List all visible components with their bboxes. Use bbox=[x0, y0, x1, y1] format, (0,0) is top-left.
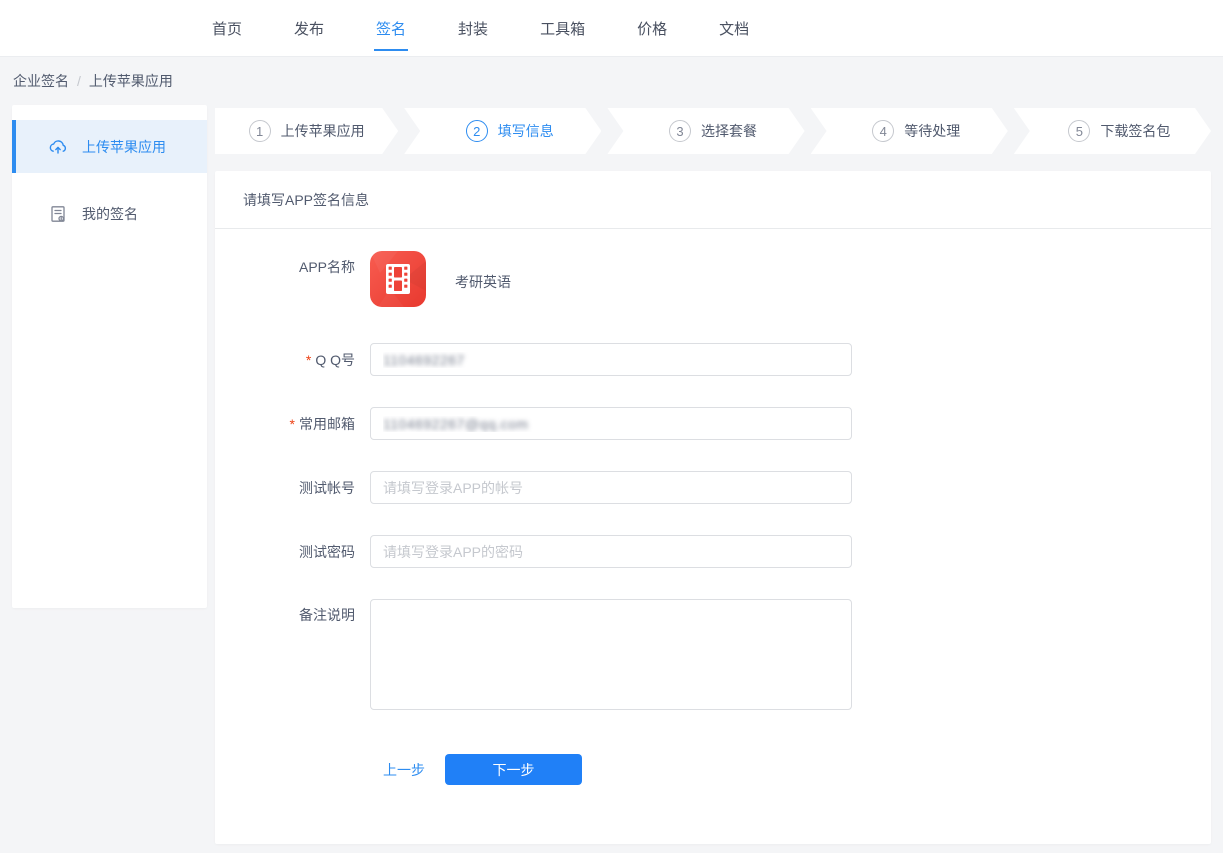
form-actions: 上一步 下一步 bbox=[383, 754, 1211, 785]
required-asterisk: * bbox=[290, 416, 295, 432]
main-column: 1 上传苹果应用 2 填写信息 3 选择套餐 4 等待处理 5 下载签名包 请填… bbox=[215, 108, 1211, 844]
step-number: 5 bbox=[1068, 120, 1090, 142]
step-label: 等待处理 bbox=[904, 121, 960, 141]
signature-doc-icon bbox=[48, 204, 68, 224]
app-name-row: APP名称 bbox=[243, 251, 1211, 307]
remark-textarea[interactable] bbox=[370, 599, 852, 710]
prev-step-button[interactable]: 上一步 bbox=[383, 760, 425, 780]
sidebar: 上传苹果应用 我的签名 bbox=[12, 105, 207, 608]
sidebar-item-label: 我的签名 bbox=[82, 204, 138, 224]
nav-item-docs[interactable]: 文档 bbox=[717, 6, 751, 51]
sidebar-item-upload-ios-app[interactable]: 上传苹果应用 bbox=[12, 120, 207, 173]
sidebar-item-my-signatures[interactable]: 我的签名 bbox=[12, 187, 207, 240]
step-1-upload-app: 1 上传苹果应用 bbox=[215, 108, 398, 154]
panel-title: 请填写APP签名信息 bbox=[215, 171, 1211, 229]
nav-item-toolbox[interactable]: 工具箱 bbox=[538, 6, 587, 51]
breadcrumb-upload-ios-app[interactable]: 上传苹果应用 bbox=[89, 71, 173, 91]
qq-row: *Q Q号 bbox=[243, 343, 1211, 376]
sidebar-item-label: 上传苹果应用 bbox=[82, 137, 166, 157]
nav-item-price[interactable]: 价格 bbox=[635, 6, 669, 51]
step-number: 1 bbox=[249, 120, 271, 142]
email-label: *常用邮箱 bbox=[243, 414, 355, 434]
form-panel: 请填写APP签名信息 APP名称 bbox=[215, 171, 1211, 844]
step-label: 选择套餐 bbox=[701, 121, 757, 141]
step-3-choose-plan: 3 选择套餐 bbox=[607, 108, 804, 154]
main-nav: 首页 发布 签名 封装 工具箱 价格 文档 bbox=[210, 6, 751, 51]
required-asterisk: * bbox=[306, 352, 311, 368]
app-name-label: APP名称 bbox=[243, 257, 355, 277]
remark-row: 备注说明 bbox=[243, 599, 1211, 710]
test-password-row: 测试密码 bbox=[243, 535, 1211, 568]
test-password-label: 测试密码 bbox=[243, 542, 355, 562]
nav-item-package[interactable]: 封装 bbox=[456, 6, 490, 51]
test-account-row: 测试帐号 bbox=[243, 471, 1211, 504]
step-number: 4 bbox=[872, 120, 894, 142]
breadcrumb-separator: / bbox=[77, 73, 81, 89]
top-navbar: 首页 发布 签名 封装 工具箱 价格 文档 bbox=[0, 0, 1223, 57]
breadcrumb-enterprise-sign[interactable]: 企业签名 bbox=[13, 71, 69, 91]
next-step-button[interactable]: 下一步 bbox=[445, 754, 582, 785]
content-area: 上传苹果应用 我的签名 1 上传苹果应用 2 bbox=[0, 105, 1223, 844]
test-account-label: 测试帐号 bbox=[243, 478, 355, 498]
test-account-input[interactable] bbox=[370, 471, 852, 504]
email-row: *常用邮箱 bbox=[243, 407, 1211, 440]
app-name-value: 考研英语 bbox=[455, 272, 511, 292]
email-input[interactable] bbox=[370, 407, 852, 440]
film-app-icon bbox=[370, 251, 426, 307]
step-5-download-package: 5 下载签名包 bbox=[1014, 108, 1211, 154]
nav-item-publish[interactable]: 发布 bbox=[292, 6, 326, 51]
qq-input[interactable] bbox=[370, 343, 852, 376]
test-password-input[interactable] bbox=[370, 535, 852, 568]
step-number: 3 bbox=[669, 120, 691, 142]
step-2-fill-info: 2 填写信息 bbox=[404, 108, 601, 154]
signature-form: APP名称 bbox=[215, 229, 1211, 785]
step-label: 下载签名包 bbox=[1100, 121, 1170, 141]
nav-item-sign[interactable]: 签名 bbox=[374, 6, 408, 51]
steps-bar: 1 上传苹果应用 2 填写信息 3 选择套餐 4 等待处理 5 下载签名包 bbox=[215, 108, 1211, 154]
qq-label: *Q Q号 bbox=[243, 350, 355, 370]
step-number: 2 bbox=[466, 120, 488, 142]
step-4-wait-processing: 4 等待处理 bbox=[811, 108, 1008, 154]
breadcrumb: 企业签名 / 上传苹果应用 bbox=[0, 57, 1223, 105]
step-label: 填写信息 bbox=[498, 121, 554, 141]
nav-item-home[interactable]: 首页 bbox=[210, 6, 244, 51]
step-label: 上传苹果应用 bbox=[281, 121, 365, 141]
remark-label: 备注说明 bbox=[243, 605, 355, 625]
cloud-upload-icon bbox=[48, 137, 68, 157]
